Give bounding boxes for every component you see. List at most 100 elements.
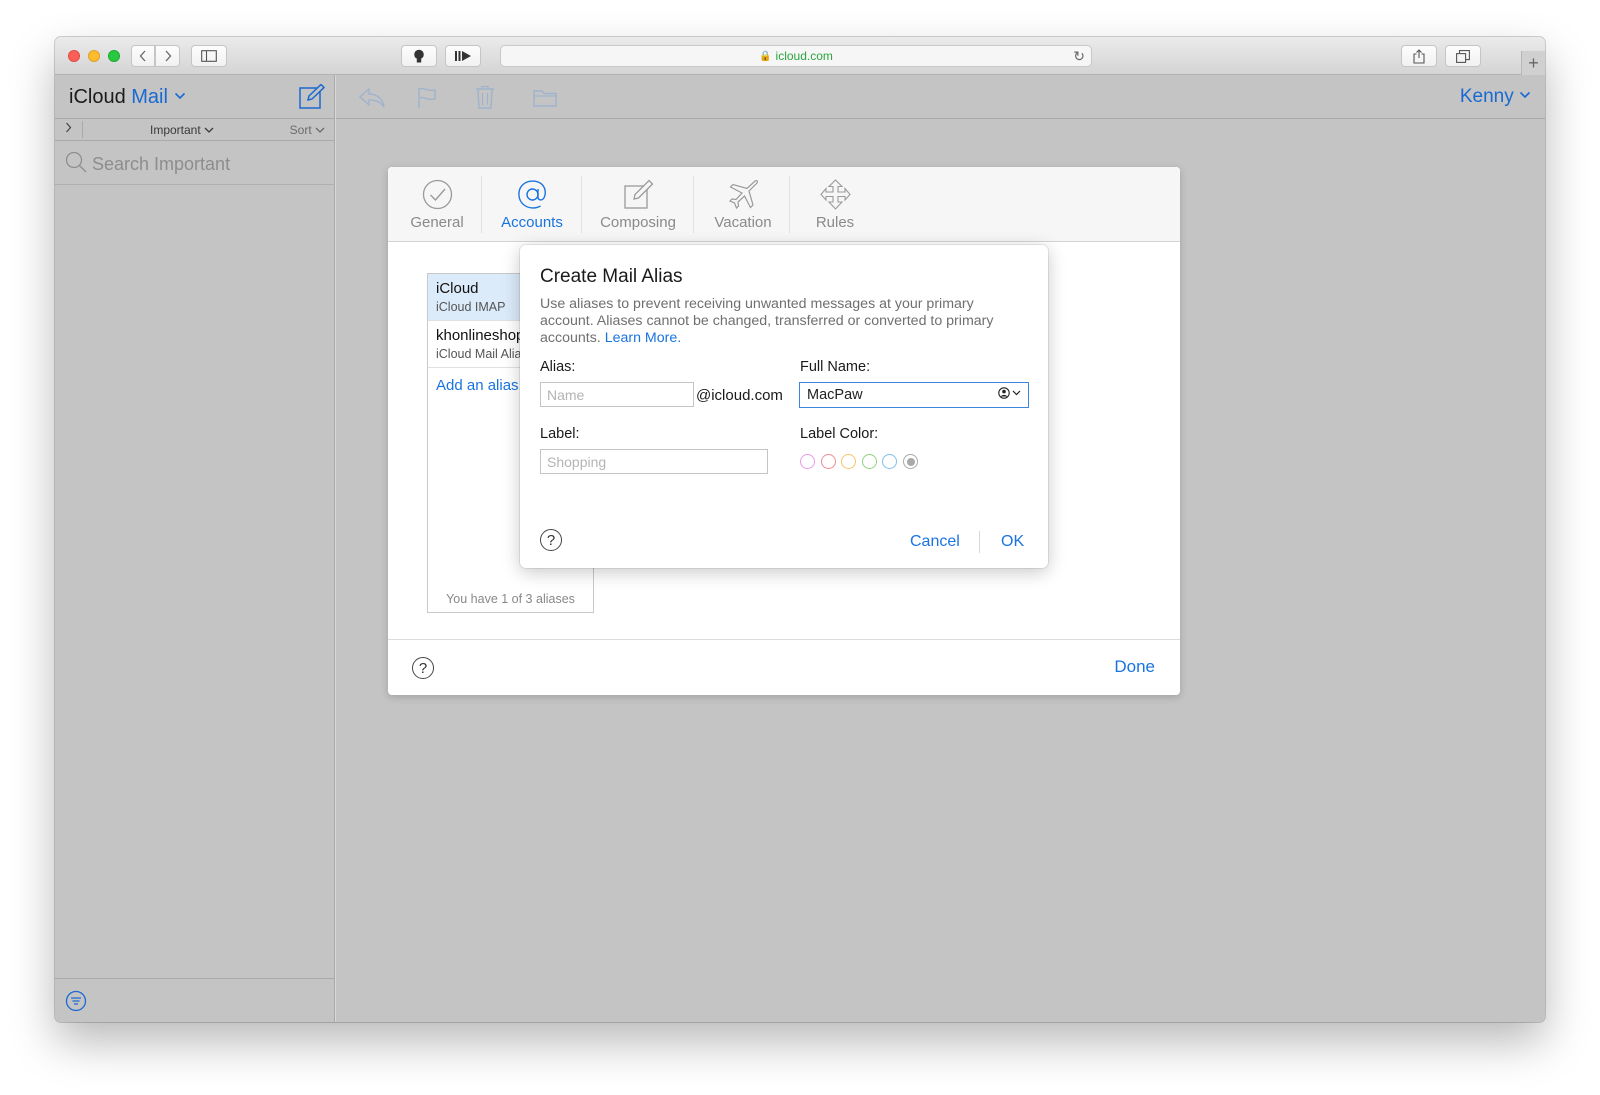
back-button[interactable] (131, 45, 155, 67)
tab-vacation[interactable]: Vacation (707, 167, 779, 242)
selected-color-indicator (906, 457, 915, 466)
sidebar-icon (201, 50, 217, 62)
close-window-button[interactable] (68, 50, 80, 62)
label-color-label: Label Color: (800, 426, 879, 442)
label-color-swatch[interactable] (861, 454, 877, 469)
chevron-down-icon (1519, 91, 1531, 99)
divider (789, 176, 790, 233)
alias-count-text: You have 1 of 3 aliases (446, 592, 575, 606)
tab-general[interactable]: General (410, 167, 464, 242)
share-icon (1413, 48, 1425, 64)
sort-label: Sort (289, 123, 312, 137)
alias-domain: @icloud.com (696, 387, 783, 404)
chevron-down-icon (1012, 390, 1021, 396)
preferences-tabs: General Accounts Composing Vacation Rule… (388, 167, 1180, 242)
browser-toolbar: 🔒 icloud.com ↻ + (55, 37, 1545, 75)
tab-composing[interactable]: Composing (595, 167, 681, 242)
chevron-left-icon (139, 50, 146, 62)
divider (979, 531, 980, 553)
mailbox-filter-bar: Important Sort (55, 119, 335, 141)
message-toolbar: Kenny (336, 75, 1545, 119)
at-sign-icon (517, 180, 546, 209)
tab-label: Accounts (501, 214, 563, 231)
url-text: icloud.com (775, 49, 833, 63)
extensions-button[interactable] (401, 45, 437, 67)
forward-button[interactable] (155, 45, 180, 67)
user-name: Kenny (1459, 86, 1514, 107)
trash-icon[interactable] (475, 85, 495, 109)
cancel-button[interactable]: Cancel (910, 533, 960, 551)
mail-search[interactable]: Search Important (55, 141, 335, 185)
filter-list-icon[interactable] (65, 990, 87, 1012)
brand-prefix: iCloud (69, 86, 126, 108)
rules-arrows-icon (819, 179, 851, 210)
help-button[interactable]: ? (540, 529, 562, 551)
expand-mailboxes-icon[interactable] (65, 122, 72, 136)
chevron-down-icon (204, 127, 214, 133)
ok-button[interactable]: OK (1001, 533, 1024, 551)
mailbox-sidebar: iCloud Mail Important Sort Search Import… (55, 75, 335, 1022)
label-color-swatch[interactable] (820, 454, 836, 469)
tab-accounts[interactable]: Accounts (495, 167, 569, 242)
lightbulb-icon (414, 49, 424, 62)
share-button[interactable] (1401, 45, 1437, 67)
create-alias-dialog: Create Mail Alias Use aliases to prevent… (520, 245, 1048, 568)
alias-name-input[interactable] (540, 382, 694, 407)
user-menu[interactable]: Kenny (1460, 86, 1531, 108)
chevron-down-icon (174, 92, 185, 100)
checkmark-circle-icon (422, 179, 452, 210)
tabs-overview-button[interactable] (1445, 45, 1481, 67)
divider (82, 121, 83, 138)
app-title[interactable]: iCloud Mail (69, 86, 186, 109)
airplane-icon (728, 180, 758, 210)
done-button[interactable]: Done (1114, 657, 1155, 677)
learn-more-link[interactable]: Learn More. (605, 330, 682, 346)
reload-icon[interactable]: ↻ (1073, 48, 1085, 65)
compose-icon[interactable] (299, 84, 325, 110)
sidebar-toggle-button[interactable] (191, 45, 227, 67)
preferences-footer: ? Done (388, 639, 1180, 695)
search-icon (65, 151, 87, 173)
app-header: iCloud Mail (55, 75, 335, 119)
address-bar[interactable]: 🔒 icloud.com ↻ (500, 45, 1092, 67)
reply-icon[interactable] (358, 87, 386, 109)
minimize-window-button[interactable] (88, 50, 100, 62)
tab-label: Composing (600, 214, 676, 231)
label-color-swatch[interactable] (841, 454, 857, 469)
tab-label: General (410, 214, 464, 231)
divider (693, 176, 694, 233)
dialog-title: Create Mail Alias (540, 266, 683, 287)
contact-picker-button[interactable] (998, 387, 1021, 399)
label-color-swatch[interactable] (800, 454, 815, 469)
new-tab-button[interactable]: + (1521, 51, 1545, 75)
full-name-field[interactable]: MacPaw (799, 382, 1029, 408)
sidebar-footer (55, 978, 335, 1022)
play-pause-icon (455, 51, 471, 61)
compose-icon (623, 179, 653, 209)
add-alias-link[interactable]: Add an alias... (436, 377, 531, 394)
search-placeholder: Search Important (92, 154, 231, 174)
dialog-description: Use aliases to prevent receiving unwante… (540, 296, 1030, 347)
tab-rules[interactable]: Rules (809, 167, 861, 242)
alias-label: Alias: (540, 359, 576, 375)
lock-icon: 🔒 (759, 50, 772, 62)
label-input[interactable] (540, 449, 768, 474)
sort-dropdown[interactable]: Sort (290, 123, 325, 137)
person-circle-icon (998, 387, 1010, 399)
label-color-swatch[interactable] (882, 454, 898, 469)
divider (581, 176, 582, 233)
tabs-icon (1456, 49, 1470, 63)
tab-label: Vacation (714, 214, 772, 231)
mailbox-filter-dropdown[interactable]: Important (150, 123, 214, 137)
maximize-window-button[interactable] (108, 50, 120, 62)
full-name-value: MacPaw (807, 387, 863, 403)
reader-button[interactable] (445, 45, 481, 67)
folder-icon[interactable] (533, 89, 557, 107)
help-button[interactable]: ? (412, 657, 434, 679)
label-field-label: Label: (540, 426, 580, 442)
chevron-down-icon (315, 127, 325, 133)
label-color-swatch[interactable] (903, 454, 918, 469)
chevron-right-icon (165, 50, 171, 62)
brand-app: Mail (131, 86, 168, 108)
flag-icon[interactable] (417, 87, 437, 109)
